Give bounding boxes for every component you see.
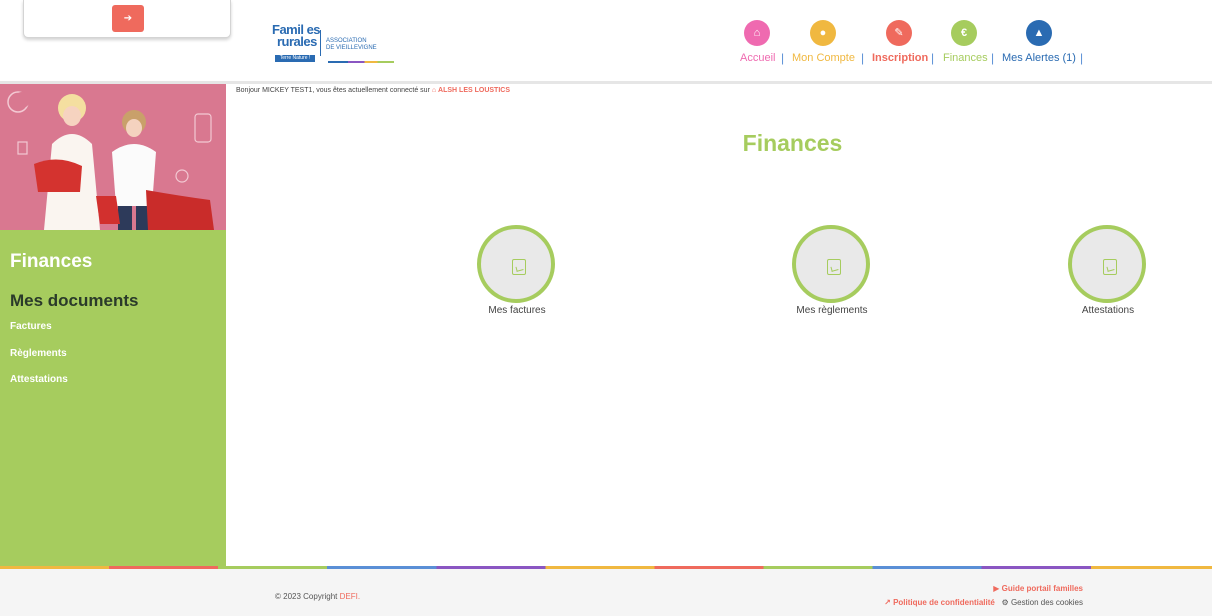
card-circle[interactable] <box>477 225 555 303</box>
privacy-policy-link[interactable]: ↗ Politique de confidentialité <box>884 598 997 607</box>
pdf-file-icon <box>1103 259 1117 275</box>
nav-separator: | <box>861 51 865 65</box>
external-link-icon: ↗ <box>884 598 891 607</box>
copyright-brand-link[interactable]: DEFI. <box>340 592 360 601</box>
nav-label-inscription: Inscription <box>872 52 929 64</box>
card-label-mes-reglements[interactable]: Mes règlements <box>752 305 912 316</box>
sidebar-title: Finances <box>10 251 93 272</box>
euro-icon: € <box>951 20 977 46</box>
children-photo <box>0 84 226 230</box>
page-title: Finances <box>742 130 843 156</box>
main-nav: ⌂ Accueil | ● Mon Compte | ✎ Inscription… <box>0 20 1212 70</box>
current-center-link[interactable]: ALSH LES LOUSTICS <box>438 87 510 94</box>
nav-label-finances: Finances <box>943 52 988 64</box>
copyright: © 2023 Copyright DEFI. <box>275 592 360 601</box>
play-icon: ▶ <box>993 584 1000 593</box>
nav-label-mon-compte: Mon Compte <box>792 52 855 64</box>
guide-link[interactable]: ▶ Guide portail familles <box>993 584 1083 593</box>
copyright-text: © 2023 Copyright <box>275 592 338 601</box>
sidebar-subtitle: Mes documents <box>10 291 139 310</box>
pdf-file-icon <box>512 259 526 275</box>
nav-separator: | <box>991 51 995 65</box>
cookies-label: Gestion des cookies <box>1010 598 1083 607</box>
home-icon: ⌂ <box>744 20 770 46</box>
sidebar-link-reglements[interactable]: Règlements <box>10 348 67 359</box>
nav-label-accueil: Accueil <box>740 52 776 64</box>
user-icon: ● <box>810 20 836 46</box>
gears-icon: ⚙ <box>1001 598 1009 607</box>
card-circle[interactable] <box>792 225 870 303</box>
nav-separator: | <box>1080 51 1084 65</box>
nav-separator: | <box>931 51 935 65</box>
sidebar-link-factures[interactable]: Factures <box>10 321 52 332</box>
guide-label: Guide portail familles <box>1001 584 1083 593</box>
warning-icon: ▲ <box>1026 20 1052 46</box>
sidebar: Finances Mes documents Factures Règlemen… <box>0 84 226 566</box>
pencil-icon: ✎ <box>886 20 912 46</box>
privacy-label: Politique de confidentialité <box>893 598 995 607</box>
cookies-link[interactable]: ⚙ Gestion des cookies <box>1002 598 1083 607</box>
card-circle[interactable] <box>1068 225 1146 303</box>
nav-separator: | <box>781 51 785 65</box>
greeting-text: Bonjour MICKEY TEST1, vous êtes actuelle… <box>236 87 430 94</box>
card-label-mes-factures[interactable]: Mes factures <box>437 305 597 316</box>
pdf-file-icon <box>827 259 841 275</box>
nav-label-mes-alertes: Mes Alertes (1) <box>1002 52 1076 64</box>
footer: © 2023 Copyright DEFI. ▶ Guide portail f… <box>0 569 1212 616</box>
home-icon: ⌂ <box>431 87 437 94</box>
card-label-attestations[interactable]: Attestations <box>1028 305 1188 316</box>
greeting-line: Bonjour MICKEY TEST1, vous êtes actuelle… <box>236 87 510 94</box>
top-header: ➔ Famil es rurales Terre Nature ! ASSOCI… <box>0 0 1212 82</box>
sidebar-link-attestations[interactable]: Attestations <box>10 374 68 385</box>
footer-policies: ↗ Politique de confidentialité ⚙ Gestion… <box>884 598 1083 607</box>
